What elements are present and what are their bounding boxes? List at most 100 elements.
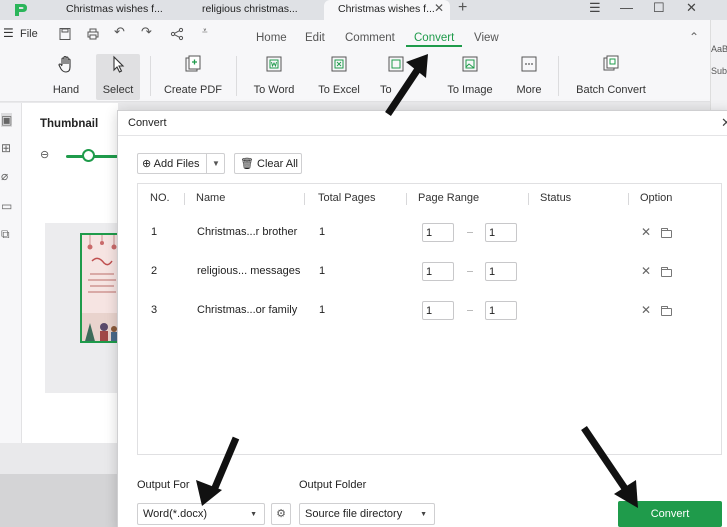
add-files-dropdown-icon[interactable]: ▼ bbox=[206, 154, 225, 173]
dialog-title: Convert bbox=[128, 117, 167, 129]
save-icon[interactable] bbox=[58, 27, 72, 41]
new-tab-icon[interactable]: + bbox=[458, 0, 467, 17]
menu-bar: ☰ File ↶ ↷ ⩡ Home Edit Comment Convert V… bbox=[0, 20, 710, 50]
share-icon[interactable] bbox=[170, 27, 184, 41]
open-folder-icon[interactable] bbox=[661, 267, 672, 277]
chevron-down-icon: ▼ bbox=[250, 511, 257, 518]
thumbnail-icon[interactable]: ▣ bbox=[1, 113, 13, 127]
maximize-icon[interactable]: ☐ bbox=[653, 0, 665, 16]
row-total-pages: 1 bbox=[319, 226, 326, 238]
file-menu[interactable]: File bbox=[20, 28, 38, 40]
undo-icon[interactable]: ↶ bbox=[114, 24, 125, 40]
ribbon-label: To bbox=[380, 84, 392, 96]
output-format-select[interactable]: Word(*.docx) ▼ bbox=[137, 503, 265, 525]
column-divider bbox=[628, 193, 629, 205]
ribbon-divider bbox=[558, 56, 559, 96]
tab-document-1[interactable]: Christmas wishes f... bbox=[52, 0, 192, 20]
page-range-from-input[interactable]: 1 bbox=[422, 262, 454, 281]
column-divider bbox=[528, 193, 529, 205]
tab-edit[interactable]: Edit bbox=[305, 32, 325, 44]
ribbon-toolbar: Hand Select Create PDF To Word To Excel … bbox=[0, 50, 710, 102]
open-folder-icon[interactable] bbox=[661, 306, 672, 316]
page-range-from-input[interactable]: 1 bbox=[422, 223, 454, 242]
row-total-pages: 1 bbox=[319, 265, 326, 277]
tab-home[interactable]: Home bbox=[256, 32, 287, 44]
thumbnail-list bbox=[45, 223, 120, 393]
tab-document-2[interactable]: religious christmas... bbox=[188, 0, 322, 20]
dialog-close-icon[interactable]: ✕ bbox=[721, 115, 727, 131]
tab-comment[interactable]: Comment bbox=[345, 32, 395, 44]
tab-view[interactable]: View bbox=[474, 32, 499, 44]
range-separator bbox=[467, 271, 473, 272]
to-excel-button[interactable]: To Excel bbox=[314, 54, 364, 100]
window-close-icon[interactable]: ✕ bbox=[686, 0, 697, 16]
remove-row-icon[interactable]: ✕ bbox=[641, 264, 651, 278]
to-word-button[interactable]: To Word bbox=[248, 54, 300, 100]
open-folder-icon[interactable] bbox=[661, 228, 672, 238]
clear-all-button[interactable]: 🗑 Clear All bbox=[234, 153, 302, 174]
hamburger-icon[interactable]: ☰ bbox=[3, 26, 14, 40]
column-divider bbox=[184, 193, 185, 205]
file-table: NO. Name Total Pages Page Range Status O… bbox=[137, 183, 722, 455]
ribbon-label: Hand bbox=[52, 84, 80, 96]
create-pdf-button[interactable]: Create PDF bbox=[160, 54, 226, 100]
zoom-slider-handle[interactable] bbox=[82, 149, 95, 162]
tab-label: Christmas wishes f... bbox=[338, 3, 435, 15]
convert-button[interactable]: Convert bbox=[618, 501, 722, 527]
output-folder-label: Output Folder bbox=[299, 479, 367, 491]
add-files-label: Add Files bbox=[153, 158, 200, 170]
page-range-to-input[interactable]: 1 bbox=[485, 223, 517, 242]
menu-icon[interactable]: ☰ bbox=[589, 0, 601, 16]
excel-icon bbox=[331, 56, 347, 72]
column-header-status: Status bbox=[540, 192, 572, 204]
format-settings-button[interactable]: ⚙ bbox=[271, 503, 291, 525]
cursor-icon bbox=[113, 55, 125, 73]
comment-icon[interactable]: ▭ bbox=[1, 199, 12, 213]
quick-access-dropdown-icon[interactable]: ⩡ bbox=[202, 26, 208, 37]
output-folder-select[interactable]: Source file directory ▼ bbox=[299, 503, 435, 525]
page-range-to-input[interactable]: 1 bbox=[485, 301, 517, 320]
app-logo-icon bbox=[15, 4, 27, 16]
ribbon-label: Create PDF bbox=[163, 84, 223, 96]
page-range-to-input[interactable]: 1 bbox=[485, 262, 517, 281]
tab-close-icon[interactable]: ✕ bbox=[434, 1, 444, 15]
output-folder-value: Source file directory bbox=[305, 508, 403, 520]
column-header-name: Name bbox=[196, 192, 226, 204]
page-thumbnail[interactable] bbox=[80, 233, 120, 343]
row-file-name: Christmas...or family bbox=[197, 304, 298, 316]
to-image-button[interactable]: To Image bbox=[444, 54, 496, 100]
style-preview-text: Sub bbox=[711, 66, 727, 76]
hand-button[interactable]: Hand bbox=[48, 54, 84, 100]
active-tab-indicator bbox=[406, 45, 462, 47]
layers-icon[interactable]: ⧉ bbox=[1, 227, 10, 242]
minimize-icon[interactable]: — bbox=[620, 0, 633, 15]
tab-convert[interactable]: Convert bbox=[414, 32, 454, 44]
more-button[interactable]: More bbox=[512, 54, 546, 100]
select-button[interactable]: Select bbox=[96, 54, 140, 100]
print-icon[interactable] bbox=[86, 27, 100, 41]
page-range-from-input[interactable]: 1 bbox=[422, 301, 454, 320]
batch-convert-button[interactable]: Batch Convert bbox=[570, 54, 652, 100]
row-file-name: Christmas...r brother bbox=[197, 226, 298, 238]
redo-icon[interactable]: ↷ bbox=[141, 24, 152, 40]
add-icon: ⊕ bbox=[142, 158, 152, 170]
output-format-value: Word(*.docx) bbox=[143, 508, 207, 520]
collapse-ribbon-icon[interactable]: ⌃ bbox=[689, 30, 699, 44]
image-icon bbox=[462, 56, 478, 72]
thumbnail-title: Thumbnail bbox=[40, 118, 99, 130]
tab-document-3[interactable]: Christmas wishes f... bbox=[324, 0, 450, 20]
attachment-icon[interactable]: ⌀ bbox=[1, 169, 8, 183]
dialog-header-divider bbox=[118, 135, 727, 136]
title-bar: Christmas wishes f... religious christma… bbox=[0, 0, 727, 20]
column-divider bbox=[304, 193, 305, 205]
christmas-card-thumbnail bbox=[82, 235, 118, 341]
add-files-button[interactable]: ⊕ Add Files ▼ bbox=[137, 153, 225, 174]
bookmark-icon[interactable]: ⊞ bbox=[1, 141, 11, 155]
ribbon-divider bbox=[150, 56, 151, 96]
row-total-pages: 1 bbox=[319, 304, 326, 316]
to-ppt-button[interactable]: To bbox=[376, 54, 416, 100]
hand-icon bbox=[58, 55, 71, 73]
zoom-out-icon[interactable]: ⊖ bbox=[40, 148, 49, 161]
remove-row-icon[interactable]: ✕ bbox=[641, 303, 651, 317]
remove-row-icon[interactable]: ✕ bbox=[641, 225, 651, 239]
